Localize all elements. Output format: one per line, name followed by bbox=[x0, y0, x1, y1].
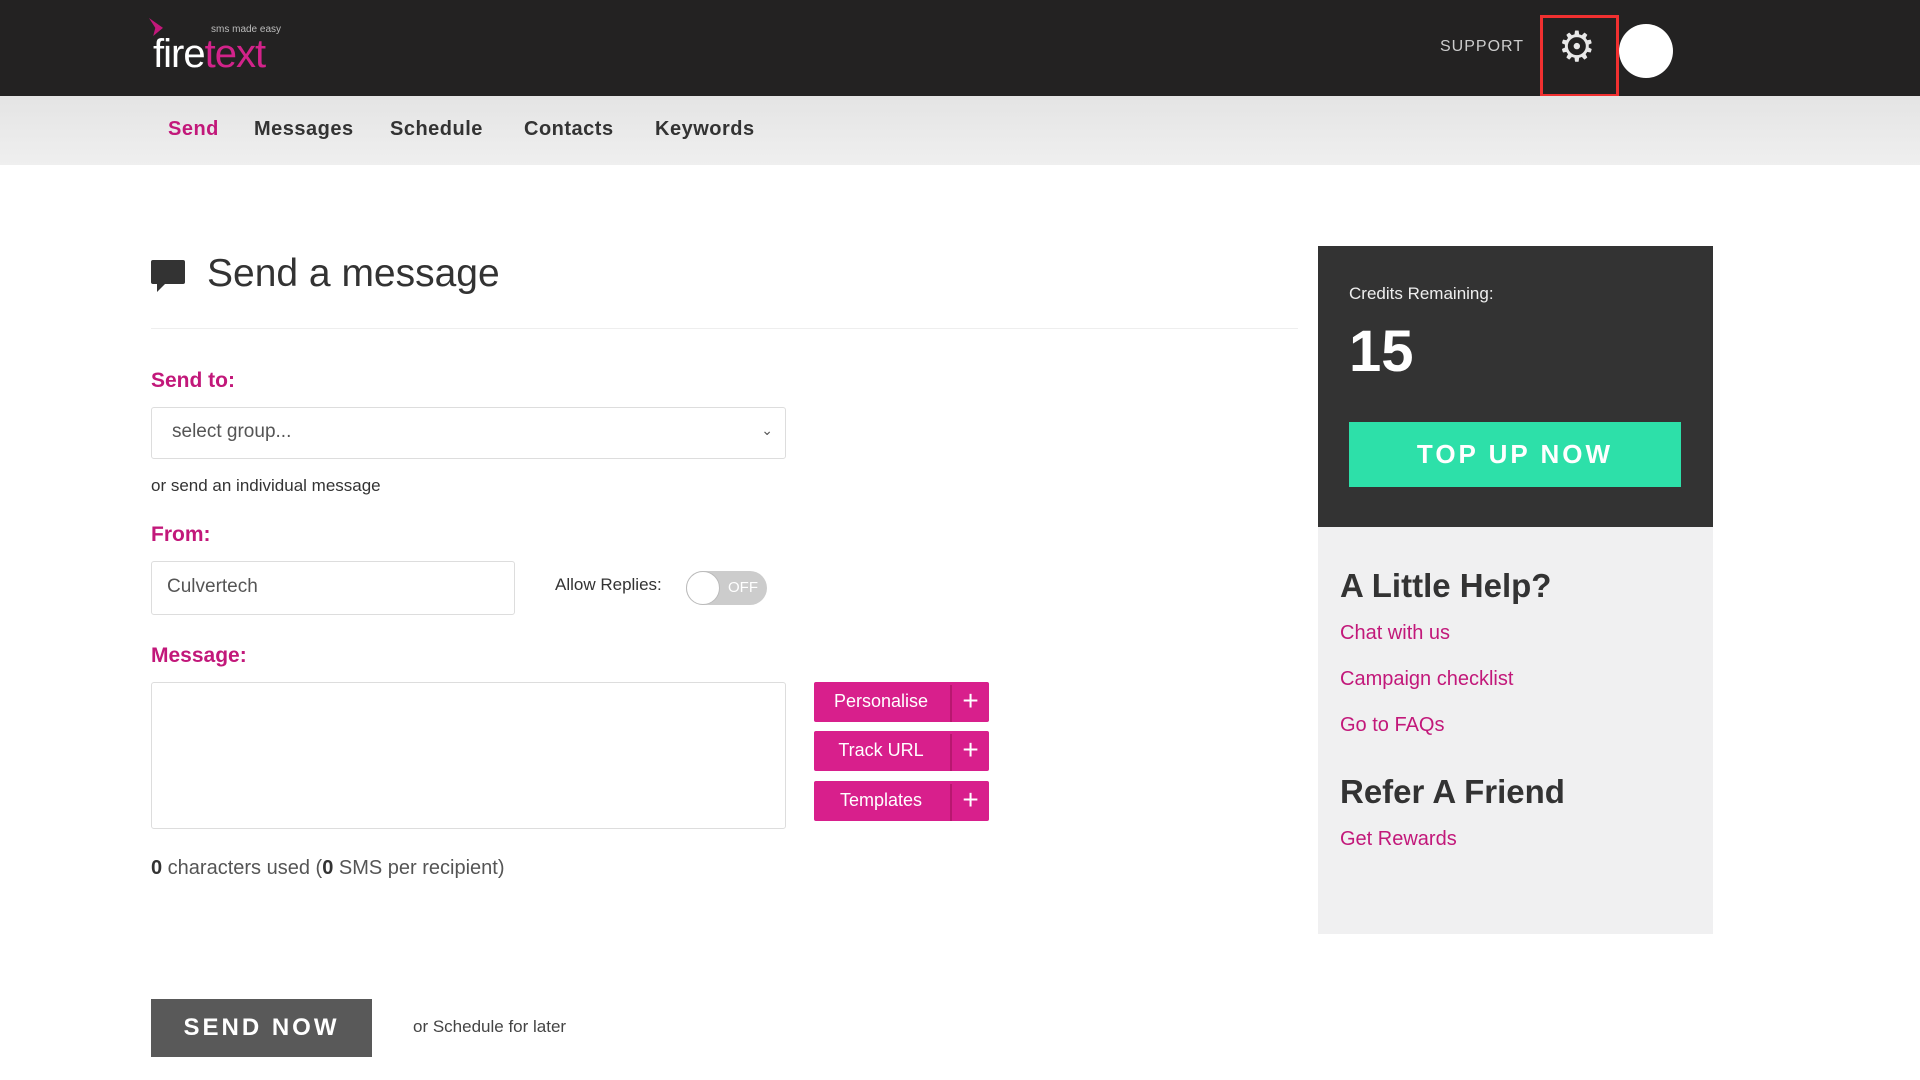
main-nav: Send Messages Schedule Contacts Keywords bbox=[0, 96, 1920, 165]
help-panel: A Little Help? Chat with us Campaign che… bbox=[1318, 527, 1713, 934]
top-header: sms made easy firetext SUPPORT ⚙ bbox=[0, 0, 1920, 97]
gear-icon: ⚙ bbox=[1558, 23, 1596, 70]
help-title: A Little Help? bbox=[1340, 567, 1552, 604]
sms-count: 0 bbox=[322, 857, 334, 879]
nav-send[interactable]: Send bbox=[168, 118, 219, 141]
plus-icon: + bbox=[950, 784, 989, 821]
nav-keywords[interactable]: Keywords bbox=[655, 118, 755, 141]
toggle-state: OFF bbox=[728, 579, 758, 596]
campaign-checklist-link[interactable]: Campaign checklist bbox=[1340, 668, 1513, 691]
track-url-button[interactable]: Track URL + bbox=[814, 731, 989, 771]
group-select-value: select group... bbox=[172, 421, 292, 442]
logo-word-text: text bbox=[204, 32, 266, 76]
logo-word-fire: fire bbox=[153, 32, 206, 76]
allow-replies-toggle[interactable]: OFF bbox=[686, 571, 767, 605]
personalise-label: Personalise bbox=[833, 691, 929, 711]
send-now-button[interactable]: SEND NOW bbox=[151, 999, 372, 1057]
schedule-later-link[interactable]: or Schedule for later bbox=[413, 1017, 566, 1037]
credits-panel: Credits Remaining: 15 TOP UP NOW bbox=[1318, 246, 1713, 527]
message-label: Message: bbox=[151, 644, 247, 667]
settings-button[interactable]: ⚙ bbox=[1540, 15, 1619, 97]
toggle-knob bbox=[686, 571, 720, 605]
plus-icon: + bbox=[950, 685, 989, 722]
firetext-logo[interactable]: sms made easy firetext bbox=[149, 18, 309, 78]
nav-schedule[interactable]: Schedule bbox=[390, 118, 483, 141]
plus-icon: + bbox=[950, 734, 989, 771]
track-url-label: Track URL bbox=[838, 740, 924, 760]
templates-label: Templates bbox=[839, 790, 923, 810]
templates-button[interactable]: Templates + bbox=[814, 781, 989, 821]
chat-link[interactable]: Chat with us bbox=[1340, 622, 1450, 645]
page-title: Send a message bbox=[207, 252, 500, 295]
credits-value: 15 bbox=[1349, 319, 1414, 384]
nav-messages[interactable]: Messages bbox=[254, 118, 354, 141]
character-count: 0 characters used (0 SMS per recipient) bbox=[151, 857, 505, 880]
support-link[interactable]: SUPPORT bbox=[1440, 38, 1524, 56]
from-label: From: bbox=[151, 523, 211, 546]
message-bubble-icon bbox=[151, 260, 185, 292]
message-textarea[interactable] bbox=[151, 682, 786, 829]
faqs-link[interactable]: Go to FAQs bbox=[1340, 714, 1444, 737]
sms-text: SMS per recipient) bbox=[333, 857, 505, 879]
group-select[interactable]: select group... ⌄ bbox=[151, 407, 786, 459]
individual-message-link[interactable]: or send an individual message bbox=[151, 476, 381, 496]
top-up-button[interactable]: TOP UP NOW bbox=[1349, 422, 1681, 487]
divider bbox=[151, 328, 1298, 329]
send-to-label: Send to: bbox=[151, 369, 235, 392]
get-rewards-link[interactable]: Get Rewards bbox=[1340, 828, 1457, 851]
refer-title: Refer A Friend bbox=[1340, 773, 1565, 810]
nav-contacts[interactable]: Contacts bbox=[524, 118, 614, 141]
avatar[interactable] bbox=[1619, 24, 1673, 78]
chars-count: 0 bbox=[151, 857, 163, 879]
credits-label: Credits Remaining: bbox=[1349, 284, 1494, 303]
from-input[interactable]: Culvertech bbox=[151, 561, 515, 615]
personalise-button[interactable]: Personalise + bbox=[814, 682, 989, 722]
chars-text: characters used ( bbox=[162, 857, 323, 879]
allow-replies-label: Allow Replies: bbox=[555, 575, 662, 594]
chevron-down-icon: ⌄ bbox=[761, 422, 773, 438]
